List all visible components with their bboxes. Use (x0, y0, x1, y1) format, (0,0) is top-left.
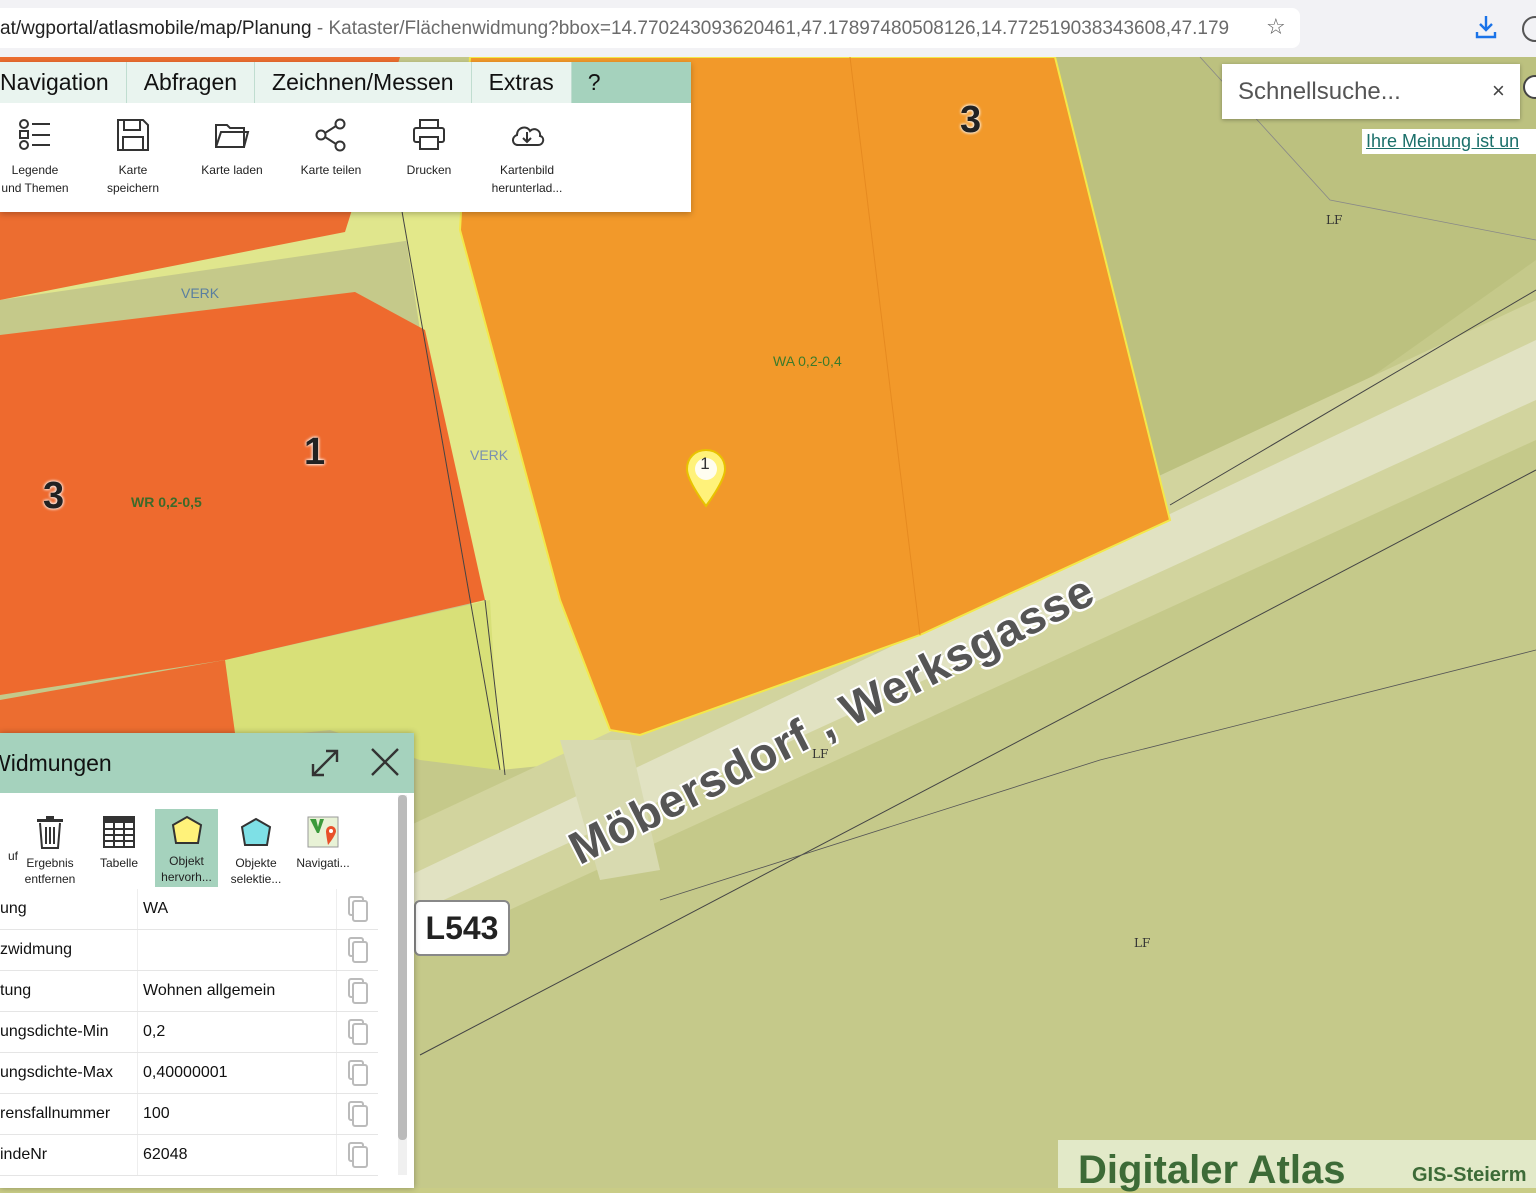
map-marker-icon[interactable]: 1 (685, 448, 727, 508)
parcel-number: 3 (960, 99, 982, 141)
tab-help[interactable]: ? (571, 62, 632, 103)
map-label-wa: WA 0,2-0,4 (773, 353, 842, 369)
table-row: ungsdichte-Max 0,40000001 (0, 1053, 378, 1094)
panel-title: Widmungen (0, 750, 112, 776)
download-map-image-button[interactable]: Kartenbild herunterlad... (481, 117, 573, 197)
url-text[interactable]: at/wgportal/atlasmobile/map/Planung - Ka… (0, 18, 1255, 40)
navigation-button[interactable]: Navigati... (288, 811, 358, 871)
download-icon[interactable] (1474, 14, 1498, 40)
map-label-lf: LF (1134, 936, 1151, 950)
tab-navigation[interactable]: Navigation (0, 62, 127, 103)
panel-header: Widmungen (0, 733, 414, 793)
select-polygon-icon (240, 817, 272, 846)
highlight-polygon-icon (171, 815, 202, 844)
highlight-object-button[interactable]: Objekt hervorh... (155, 809, 218, 887)
load-map-button[interactable]: Karte laden (186, 117, 278, 179)
tab-abfragen[interactable]: Abfragen (126, 62, 256, 103)
table-row: ungsdichte-Min 0,2 (0, 1012, 378, 1053)
expand-icon[interactable] (309, 747, 341, 779)
address-bar[interactable]: at/wgportal/atlasmobile/map/Planung - Ka… (0, 8, 1300, 48)
printer-icon (413, 119, 445, 150)
extension-icon[interactable] (1522, 16, 1536, 42)
trash-icon (37, 816, 63, 849)
map-label-verk: VERK (470, 447, 509, 463)
save-map-button[interactable]: Karte speichern (87, 117, 179, 197)
parcel-number: 3 (43, 475, 65, 517)
bookmark-star-icon[interactable]: ☆ (1266, 14, 1286, 40)
clear-search-icon[interactable]: × (1492, 78, 1505, 104)
map-label-wr: WR 0,2-0,5 (131, 494, 202, 510)
close-icon[interactable] (368, 745, 402, 779)
copy-icon[interactable] (336, 1053, 379, 1093)
attribute-table: ung WA zwidmung tung Wohnen allgemein un… (0, 889, 378, 1176)
brand-logo: Digitaler Atlas GIS-Steierm (1058, 1140, 1536, 1192)
browser-toolbar: at/wgportal/atlasmobile/map/Planung - Ka… (0, 0, 1536, 58)
panel-scrollbar-thumb[interactable] (398, 795, 407, 1140)
print-button[interactable]: Drucken (383, 117, 475, 179)
table-row: ung WA (0, 889, 378, 930)
navigation-icon (307, 816, 339, 848)
main-menu-panel: Navigation Abfragen Zeichnen/Messen Extr… (0, 62, 691, 212)
remove-result-button[interactable]: Ergebnis entfernen (15, 811, 85, 887)
table-icon (103, 816, 135, 848)
parcel-number: 1 (304, 431, 326, 473)
cloud-download-icon (512, 126, 545, 146)
copy-icon[interactable] (336, 1012, 379, 1052)
copy-icon[interactable] (336, 930, 379, 970)
menu-tabs: Navigation Abfragen Zeichnen/Messen Extr… (0, 62, 691, 103)
road-number-badge: L543 (414, 900, 510, 956)
share-map-button[interactable]: Karte teilen (285, 117, 377, 179)
copy-icon[interactable] (336, 971, 379, 1011)
select-objects-button[interactable]: Objekte selektie... (221, 811, 291, 887)
quick-search: × (1222, 64, 1520, 119)
map-label-verk: VERK (181, 285, 220, 301)
copy-icon[interactable] (336, 1135, 379, 1175)
feedback-link[interactable]: Ihre Meinung ist un (1362, 129, 1536, 154)
table-button[interactable]: Tabelle (84, 811, 154, 871)
copy-icon[interactable] (336, 1094, 379, 1134)
map-marker-label: 1 (700, 454, 710, 473)
tab-extras[interactable]: Extras (471, 62, 572, 103)
legend-icon (19, 119, 50, 150)
legend-button[interactable]: Legende und Themen (0, 117, 81, 197)
widmungen-panel: Widmungen uf Ergebnis entfernen Tabelle … (0, 733, 414, 1188)
map-label-lf: LF (1326, 213, 1343, 227)
menu-toolbar: Legende und Themen Karte speichern Karte… (0, 103, 691, 212)
share-icon (315, 118, 346, 152)
copy-icon[interactable] (336, 889, 379, 929)
table-row: rensfallnummer 100 (0, 1094, 378, 1135)
search-input[interactable] (1236, 74, 1480, 110)
panel-toolbar: uf Ergebnis entfernen Tabelle Objekt her… (0, 793, 414, 889)
table-row: indeNr 62048 (0, 1135, 378, 1176)
folder-icon (215, 124, 250, 148)
table-row: tung Wohnen allgemein (0, 971, 378, 1012)
save-icon (117, 119, 149, 151)
table-row: zwidmung (0, 930, 378, 971)
tab-zeichnen-messen[interactable]: Zeichnen/Messen (255, 62, 472, 103)
